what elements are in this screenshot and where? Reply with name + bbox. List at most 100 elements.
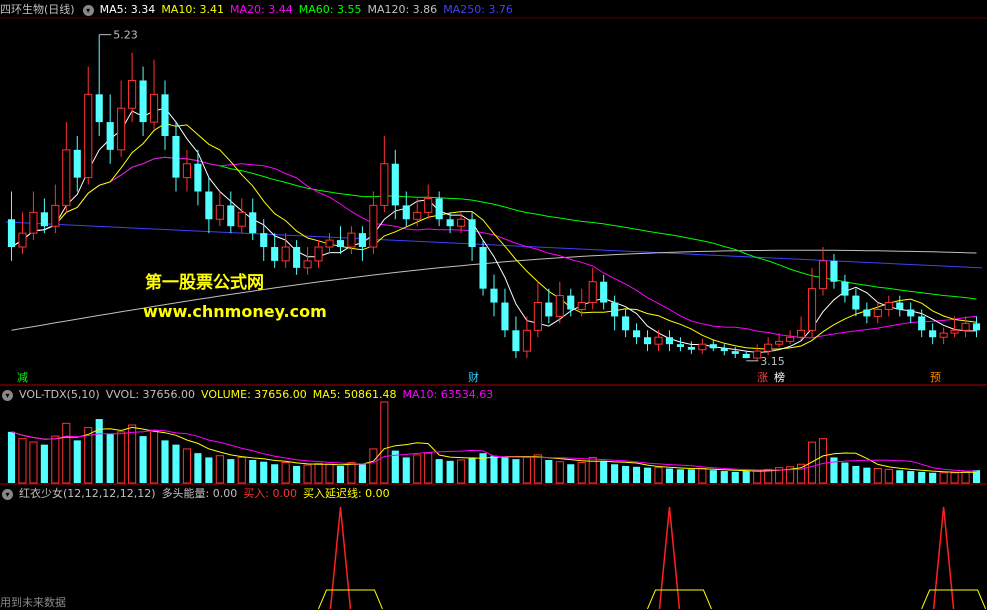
volume-bar xyxy=(237,456,246,484)
watermark-title: 第一股票公式网 xyxy=(145,273,264,293)
volume-bar xyxy=(314,462,323,484)
candle-body xyxy=(479,247,487,289)
volume-bar xyxy=(687,469,695,483)
candle-body xyxy=(972,323,981,331)
volume-bar xyxy=(622,465,630,483)
volume-bar xyxy=(128,424,137,484)
event-tag[interactable]: 榜 xyxy=(772,371,787,384)
volume-bar xyxy=(873,468,882,484)
footer-note: 用到未来数据 xyxy=(0,596,66,609)
candle-body xyxy=(807,288,817,331)
candle-body xyxy=(643,337,652,345)
candle-body xyxy=(249,212,257,234)
volume-bar xyxy=(29,441,38,484)
volume-bar xyxy=(424,452,433,484)
volume-bar xyxy=(18,438,27,484)
buy-signal-spike xyxy=(658,506,681,609)
price-low-label: 3.15 xyxy=(760,355,785,368)
event-tag[interactable]: 涨 xyxy=(755,371,770,384)
candle-body xyxy=(457,218,466,227)
candle-body xyxy=(939,332,948,338)
volume-bar xyxy=(490,455,498,483)
candle-body xyxy=(139,80,147,123)
candle-body xyxy=(358,233,366,248)
volume-bar xyxy=(95,419,103,483)
candle-body xyxy=(281,246,290,262)
volume-bar xyxy=(742,471,750,483)
volume-bar xyxy=(676,469,684,483)
candle-body xyxy=(873,308,882,317)
volume-bar xyxy=(293,465,301,483)
event-tag[interactable]: 减 xyxy=(15,371,30,384)
volume-bar xyxy=(841,462,849,483)
volume-bar xyxy=(271,464,279,483)
volume-bar xyxy=(654,467,663,484)
candle-body xyxy=(522,329,531,352)
candle-body xyxy=(742,353,750,359)
candle-body xyxy=(161,94,169,136)
volume-bar xyxy=(73,440,81,483)
volume-bar xyxy=(62,422,71,484)
volume-bar xyxy=(260,461,268,483)
volume-bar xyxy=(863,467,871,483)
volume-bar xyxy=(512,459,520,483)
candle-body xyxy=(852,295,860,310)
event-tag[interactable]: 预 xyxy=(928,371,943,384)
volume-bar xyxy=(194,453,202,483)
candle-body xyxy=(260,233,268,248)
candle-body xyxy=(830,260,838,282)
candle-body xyxy=(555,295,564,317)
volume-bar xyxy=(51,435,60,484)
volume-bar xyxy=(720,471,728,483)
event-tag[interactable]: 财 xyxy=(466,371,481,384)
candle-body xyxy=(720,348,728,352)
candle-body xyxy=(622,316,630,331)
volume-bar xyxy=(106,433,114,483)
volume-bar xyxy=(709,470,717,483)
candle-body xyxy=(468,219,476,248)
candle-body xyxy=(95,94,103,123)
volume-bar xyxy=(852,465,860,483)
volume-bar xyxy=(172,444,180,483)
candle-body xyxy=(73,149,81,178)
volume-bar xyxy=(884,468,893,484)
volume-bar xyxy=(149,429,159,484)
candle-body xyxy=(588,281,597,304)
candle-body xyxy=(545,302,553,317)
volume-bar xyxy=(830,457,838,483)
volume-bar xyxy=(402,457,410,483)
volume-bar xyxy=(369,448,378,484)
candle-body xyxy=(600,281,608,303)
candle-body xyxy=(796,329,806,338)
volume-bar xyxy=(929,472,937,483)
candle-body xyxy=(665,337,674,345)
buy-signal-spike xyxy=(932,506,955,609)
candle-body xyxy=(402,205,410,220)
candle-body xyxy=(117,107,126,151)
volume-bar xyxy=(600,460,608,483)
candle-body xyxy=(775,340,784,345)
volume-bar xyxy=(336,465,345,483)
watermark-url: www.chnmoney.com xyxy=(143,302,327,321)
volume-bar xyxy=(117,431,126,484)
volume-bar xyxy=(545,459,553,483)
candle-body xyxy=(314,246,323,262)
volume-bar xyxy=(907,471,915,483)
volume-bar xyxy=(577,462,586,484)
volume-bar xyxy=(533,454,542,484)
candle-body xyxy=(413,211,422,220)
candle-body xyxy=(929,330,937,338)
volume-bar xyxy=(939,472,948,484)
candle-body xyxy=(435,198,443,220)
volume-bar xyxy=(215,455,224,484)
candle-body xyxy=(687,346,695,350)
candle-body xyxy=(149,93,159,123)
candle-body xyxy=(62,149,71,206)
candle-body xyxy=(786,336,795,342)
volume-bar xyxy=(643,467,652,483)
candle-body xyxy=(961,322,970,331)
candle-body xyxy=(215,204,224,220)
candle-body xyxy=(654,336,663,345)
volume-bar xyxy=(501,457,509,483)
candle-body xyxy=(446,219,454,227)
